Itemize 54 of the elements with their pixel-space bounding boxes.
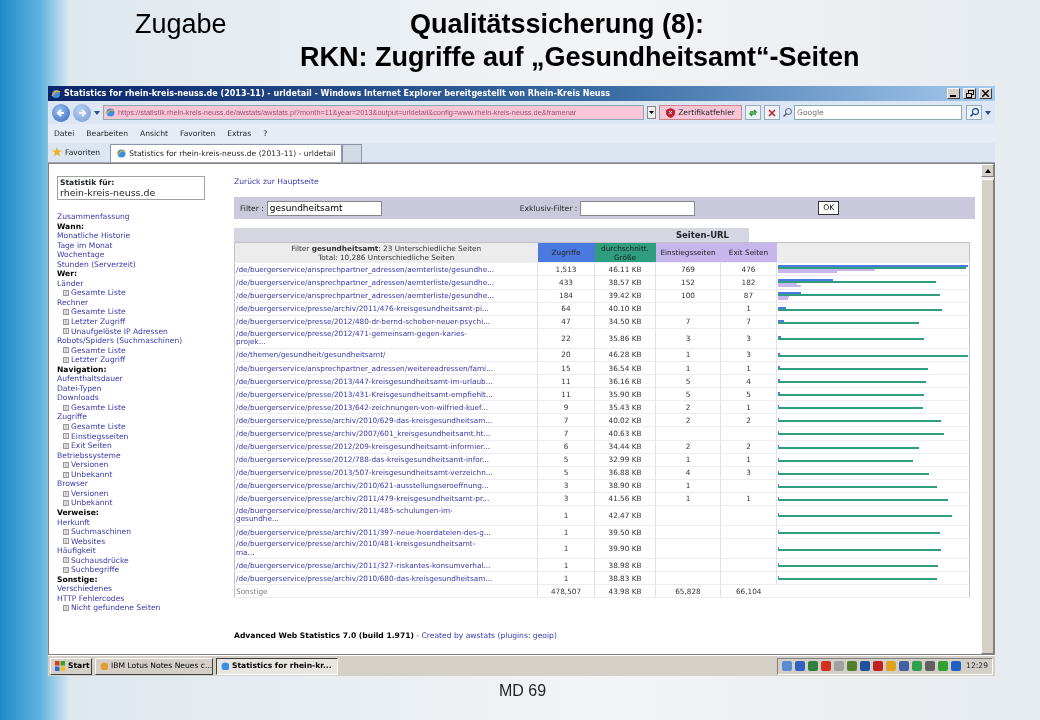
list-icon [63,500,69,507]
browser-logo-icon [51,88,61,99]
restore-button[interactable] [963,88,976,99]
search-icon [783,108,792,117]
window-title: Statistics for rhein-kreis-neuss.de (2013-11) - urldetail - Windows Internet Explorer bereitgestellt von Rhein-Kreis Neuss [64,87,612,100]
list-icon [63,404,69,411]
back-button[interactable] [52,103,70,122]
scroll-up-button[interactable] [981,164,994,177]
filter-field[interactable]: gesundheitsamt [266,200,382,216]
stop-button[interactable] [764,105,780,120]
list-icon [63,605,69,612]
slide-footer: MD 69 [5,679,1040,703]
section-header: Seiten-URL [234,228,749,243]
list-icon [63,567,69,573]
exclusive-filter-field[interactable] [580,200,696,216]
page-icon [117,149,127,158]
list-icon [63,356,69,363]
restore-icon [965,89,974,98]
close-icon [982,90,989,97]
list-icon [63,290,69,297]
list-icon [63,318,69,325]
app-icon [100,662,108,670]
list-icon [63,433,69,440]
search-button[interactable] [966,105,982,120]
refresh-button[interactable] [745,105,761,120]
list-icon [63,423,69,430]
star-icon [52,147,62,158]
close-icon [768,108,776,117]
search-icon [969,108,979,117]
list-icon [63,490,69,497]
refresh-icon [748,107,758,118]
close-button[interactable] [979,88,992,99]
dropdown-icon[interactable] [94,110,100,115]
site-name: rhein-kreis-neuss.de [60,188,157,198]
list-icon [63,328,69,335]
list-icon [63,471,69,478]
minimize-button[interactable] [947,88,960,99]
list-icon [63,347,69,354]
list-icon [63,442,69,449]
list-icon [63,309,69,316]
page-icon [106,108,115,117]
up-arrow-icon [984,168,991,173]
windows-logo-icon [55,661,65,671]
slide-title: Qualitätssicherung (8): [410,8,705,40]
dropdown-icon[interactable] [647,106,657,119]
list-icon [63,528,69,535]
list-icon [63,462,69,468]
shield-icon [666,107,676,118]
app-icon [221,662,229,670]
slide-heading: Zugabe [135,8,228,40]
list-icon [63,557,69,564]
dropdown-icon[interactable] [985,110,991,115]
slide-subtitle: RKN: Zugriffe auf „Gesundheitsamt“-Seiten [299,41,861,74]
list-icon [63,538,69,545]
